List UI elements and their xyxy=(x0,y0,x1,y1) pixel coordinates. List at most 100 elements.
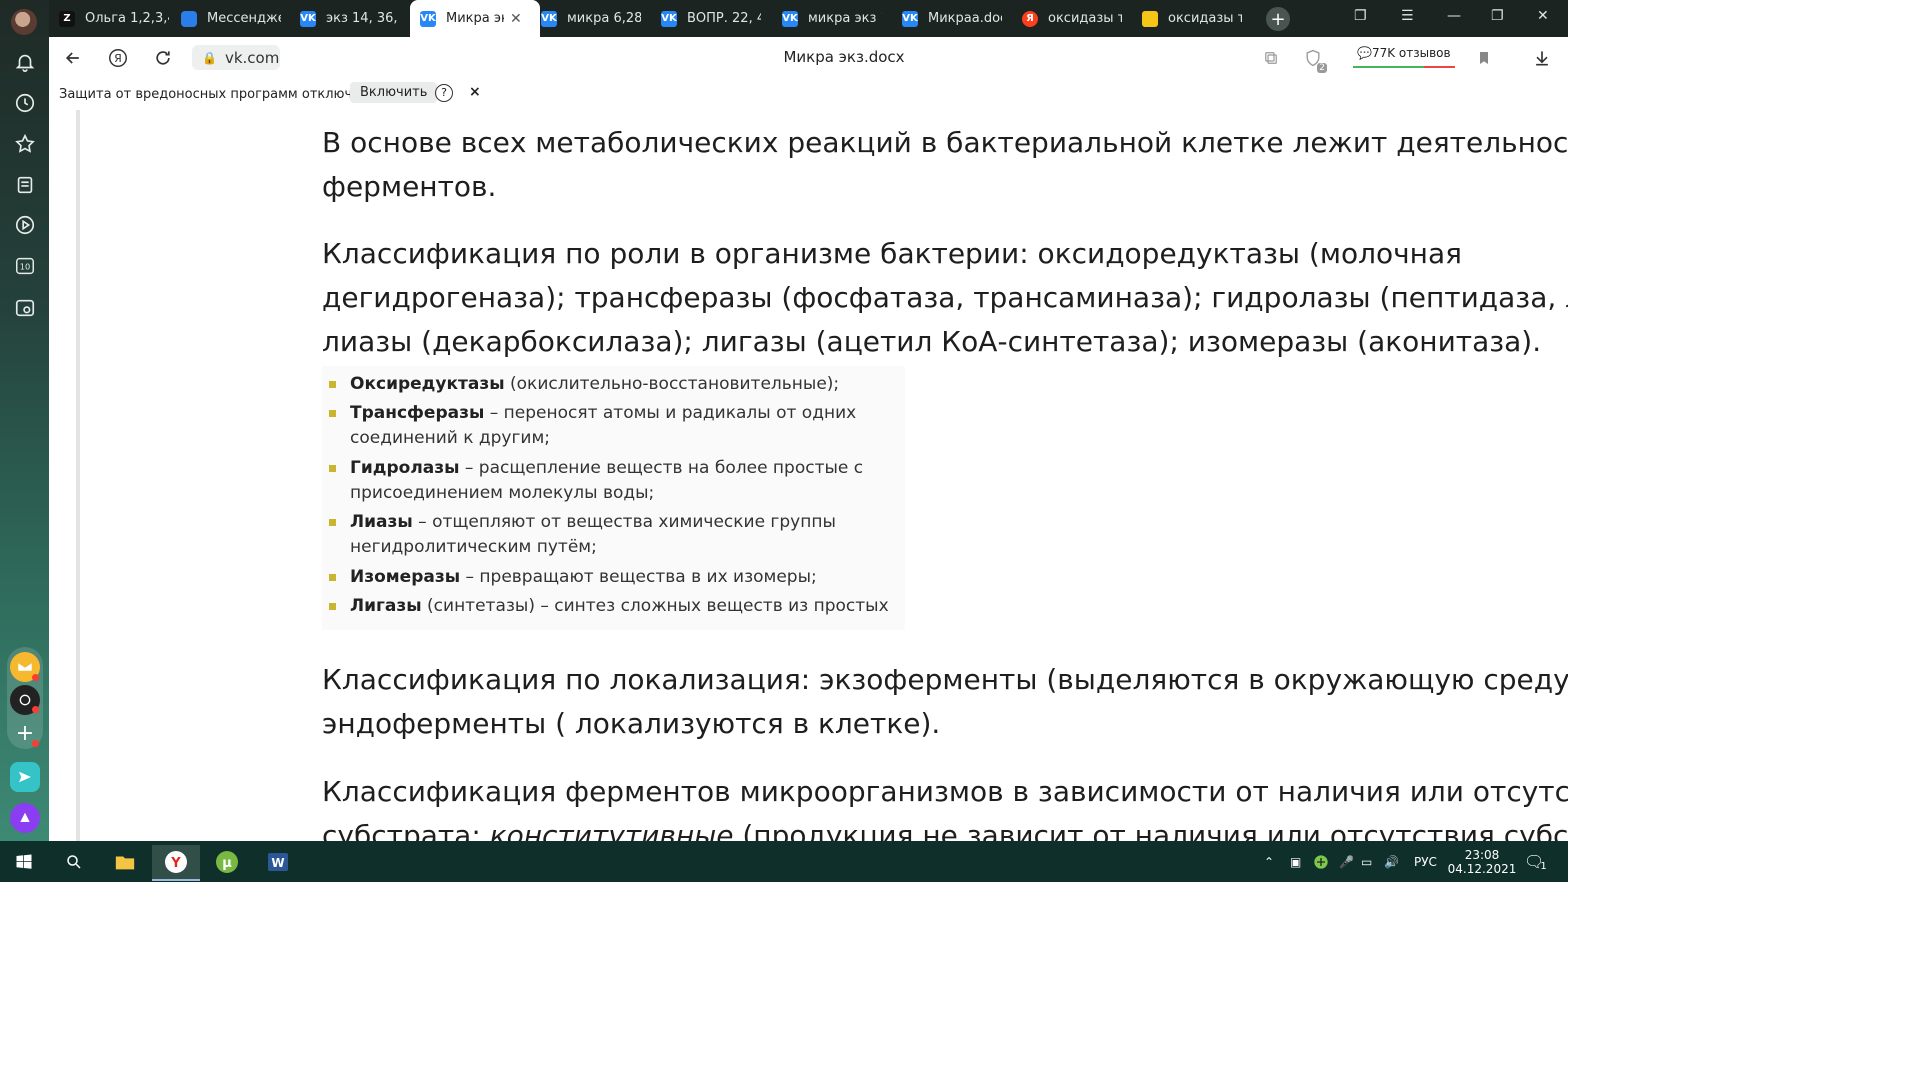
volume-icon[interactable]: 🔊 xyxy=(1384,841,1399,882)
new-tab-button[interactable]: + xyxy=(1266,7,1290,31)
vk-icon: VK xyxy=(420,10,436,27)
clock[interactable]: 23:08 04.12.2021 xyxy=(1448,841,1517,882)
messenger-icon xyxy=(181,10,197,27)
tab-0[interactable]: Z Ольга 1,2,3,4 xyxy=(59,0,169,37)
text-line: В основе всех метаболических реакций в б… xyxy=(322,126,1568,159)
utorrent-icon[interactable]: µ xyxy=(203,845,251,879)
tab-6[interactable]: VK микра экз 1 xyxy=(782,0,882,37)
tab-strip: Z Ольга 1,2,3,4 Мессенджер VK экз 14, 36… xyxy=(49,0,1568,37)
alice-assistant-icon[interactable] xyxy=(10,803,40,833)
list-term: Трансферазы xyxy=(350,403,485,423)
document-viewer: В основе всех метаболических реакций в б… xyxy=(49,110,1568,841)
language-indicator[interactable]: РУС xyxy=(1414,841,1437,882)
text-span: (продукция не зависит от наличия или отс… xyxy=(733,819,1568,841)
enable-protection-button[interactable]: Включить xyxy=(350,82,438,103)
list-term: Лиазы xyxy=(350,512,413,532)
text-line: Классификация по локализация: экзофермен… xyxy=(322,663,1568,696)
bullet-icon xyxy=(329,381,336,388)
vk-icon: VK xyxy=(782,10,798,27)
tab-5[interactable]: VK ВОПР. 22, 44 xyxy=(661,0,761,37)
ten-icon[interactable]: 10 xyxy=(13,254,37,278)
windows-taskbar: Y µ W ⌃ ▣ 🎤 ▭ 🔊 РУС 23:08 04.12.2021 🗨 1 xyxy=(0,841,1568,882)
screenshot-icon[interactable] xyxy=(13,296,37,320)
play-icon[interactable] xyxy=(13,213,37,237)
reviews-text: 77K отзывов xyxy=(1371,46,1451,60)
copy-link-icon[interactable] xyxy=(1259,46,1283,70)
list-item: Изомеразы – превращают вещества в их изо… xyxy=(329,565,817,590)
paragraph-intro: В основе всех метаболических реакций в б… xyxy=(322,121,1568,209)
notification-dot-icon xyxy=(32,706,39,713)
close-tab-icon[interactable]: ✕ xyxy=(510,11,522,27)
download-icon[interactable] xyxy=(1530,46,1554,70)
reviews-badge[interactable]: 💬77K отзывов xyxy=(1353,46,1455,68)
messenger-app-icon[interactable] xyxy=(10,762,40,792)
tab-title: оксидазы тр xyxy=(1048,11,1122,26)
list-item: Лигазы (синтетазы) – синтез сложных веще… xyxy=(329,594,889,619)
bell-icon[interactable] xyxy=(13,50,37,74)
tab-title: ВОПР. 22, 44 xyxy=(687,11,761,26)
meet-now-icon[interactable]: ▣ xyxy=(1290,841,1301,882)
yandex-browser-taskbar-icon[interactable]: Y xyxy=(152,845,200,881)
paragraph-role-classification: Классификация по роли в организме бактер… xyxy=(322,232,1568,364)
notifications-icon[interactable]: 🗨 1 xyxy=(1524,841,1547,882)
restore-icon[interactable]: ❐ xyxy=(1491,8,1504,24)
tab-title: микра экз 1 xyxy=(808,11,882,26)
close-window-icon[interactable]: ✕ xyxy=(1537,8,1549,24)
history-icon[interactable] xyxy=(13,91,37,115)
reload-icon[interactable] xyxy=(151,46,175,70)
list-text: – расщепление веществ на более простые с xyxy=(459,458,864,478)
notification-dot-icon xyxy=(32,740,39,747)
hamburger-menu-icon[interactable]: ☰ xyxy=(1401,8,1414,24)
tray-app-icon[interactable] xyxy=(1313,841,1329,882)
star-icon[interactable] xyxy=(13,132,37,156)
tab-8[interactable]: Я оксидазы тр xyxy=(1022,0,1122,37)
file-explorer-icon[interactable] xyxy=(101,845,149,879)
chat-bubble-icon: 💬 xyxy=(1357,46,1372,60)
lock-icon: 🔒 xyxy=(202,50,217,65)
clock-time: 23:08 xyxy=(1464,847,1500,862)
bullet-icon xyxy=(329,574,336,581)
close-infobar-icon[interactable]: × xyxy=(469,84,481,100)
protect-icon[interactable]: 2 xyxy=(1301,46,1327,73)
tab-4[interactable]: VK микра 6,28,5 xyxy=(541,0,641,37)
vk-icon: VK xyxy=(541,10,557,27)
word-icon[interactable]: W xyxy=(254,845,302,879)
tab-title: Ольга 1,2,3,4 xyxy=(85,11,169,26)
yandex-logo-icon[interactable]: Я xyxy=(106,46,130,70)
microphone-icon[interactable]: 🎤 xyxy=(1339,841,1354,882)
tabs-menu-icon[interactable]: ❐ xyxy=(1354,8,1367,24)
tab-title: микра 6,28,5 xyxy=(567,11,641,26)
search-icon[interactable] xyxy=(50,845,98,879)
help-icon[interactable]: ? xyxy=(435,84,453,102)
tab-title: Микраа.doc xyxy=(928,11,1002,26)
tab-1[interactable]: Мессенджер xyxy=(181,0,281,37)
vk-icon: VK xyxy=(902,10,918,27)
text-line: субстрата: конститутивные (продукция не … xyxy=(322,814,1568,841)
bullet-icon xyxy=(329,603,336,610)
text-line: ферментов. xyxy=(322,170,497,203)
paragraph-substrate: Классификация ферментов микроорганизмов … xyxy=(322,770,1568,841)
text-line: лиазы (декарбоксилаза); лигазы (ацетил К… xyxy=(322,325,1542,358)
profile-avatar[interactable] xyxy=(11,9,37,35)
italic-term: конститутивные xyxy=(489,819,734,841)
collections-icon[interactable] xyxy=(13,173,37,197)
svg-text:10: 10 xyxy=(20,262,31,272)
notification-count: 1 xyxy=(1540,861,1547,872)
address-bar[interactable]: 🔒 vk.com xyxy=(192,45,280,70)
tab-title: экз 14, 36, 5 xyxy=(326,11,400,26)
list-text: негидролитическим путём; xyxy=(350,537,597,557)
minimize-icon[interactable]: — xyxy=(1447,8,1461,24)
tab-9[interactable]: оксидазы тр xyxy=(1142,0,1242,37)
tab-3-active[interactable]: VK Микра экз ✕ xyxy=(410,0,540,37)
tab-7[interactable]: VK Микраа.doc xyxy=(902,0,1002,37)
paragraph-localization: Классификация по локализация: экзофермен… xyxy=(322,658,1568,746)
list-text: (синтетазы) – синтез сложных веществ из … xyxy=(421,596,889,616)
bullet-icon xyxy=(329,519,336,526)
tab-2[interactable]: VK экз 14, 36, 5 xyxy=(300,0,400,37)
battery-icon[interactable]: ▭ xyxy=(1361,841,1372,882)
windows-start-icon[interactable] xyxy=(0,845,48,879)
bookmark-icon[interactable] xyxy=(1472,46,1496,70)
list-item: Трансферазы – переносят атомы и радикалы… xyxy=(329,401,856,451)
back-arrow-icon[interactable] xyxy=(61,46,85,70)
show-hidden-icons[interactable]: ⌃ xyxy=(1264,841,1274,882)
